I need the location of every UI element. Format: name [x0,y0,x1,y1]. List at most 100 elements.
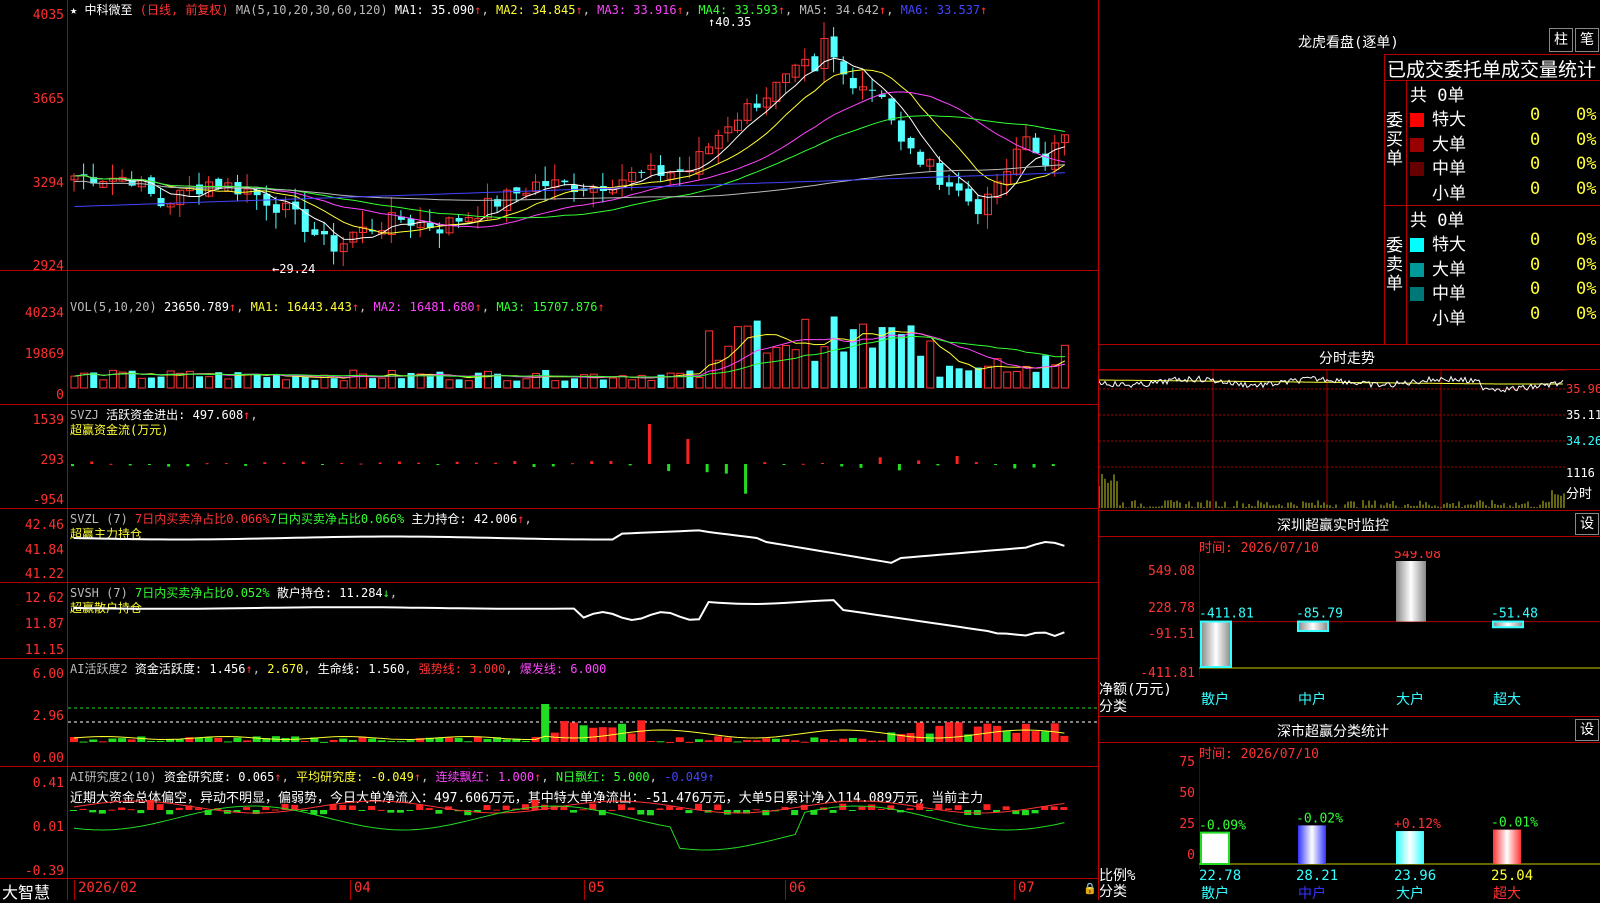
category-label: 中户 [1298,885,1326,900]
candle-body [272,204,280,213]
sz-monitor-title: 深圳超赢实时监控 [1277,518,1389,534]
chart-area[interactable]: 4035 3665 3294 2924 ★ 中科微至 (日线, 前复权) MA(… [0,0,1098,902]
ai-research-axis-tick: -0.39 [24,864,64,879]
activity-bar [108,738,117,742]
candle-body [830,36,838,58]
research-bar [752,809,760,811]
flow-bar [167,464,171,467]
volume-bar [301,376,309,388]
candle-body [157,198,165,207]
research-bar [502,805,510,810]
candle-body [936,162,944,185]
research-bar [118,807,126,810]
sz-class-chart[interactable]: -0.09% 22.78散户 -0.02% 28.21中户 +0.12% 23.96大户 -… [1199,747,1600,900]
column-mode-button[interactable]: 柱 [1549,28,1573,52]
stock-period[interactable]: (日线, 前复权) [140,3,229,17]
volume-bar [522,378,531,389]
intraday-panel[interactable]: 分时走势 35.96 35.11 34.26 1116 分时 [1099,345,1600,510]
order-count: 0 [1530,129,1541,150]
flow-bar [801,463,805,465]
research-bar [175,807,183,810]
volume-bar [811,360,819,388]
order-percent: 0% [1576,230,1597,250]
tick-mode-button[interactable]: 笔 [1575,28,1599,52]
research-bar [416,804,424,810]
activity-bar [579,725,588,742]
ai-research-chart[interactable] [68,800,1098,876]
ai-research-value: 资金研究度: 0.065 [163,770,275,784]
activity-bar [396,741,405,743]
volume-bar [483,370,492,389]
research-bar [243,807,251,810]
ai-active-axis-tick: 0.00 [32,751,64,766]
buy-orders-label: 委买单 [1386,111,1403,169]
activity-bar [598,727,607,742]
category-label: 散户 [1201,691,1229,708]
x-axis-label: 06 [789,880,806,896]
activity-bar [137,736,146,742]
volume-bar [869,347,877,388]
order-percent: 0% [1576,254,1597,275]
activity-bar [320,741,328,743]
ratio-value-label: 28.21 [1296,868,1338,884]
flow-bar [244,464,248,466]
research-bar [685,810,693,814]
ma-line [74,164,1065,201]
research-bar [829,810,837,813]
svsh-chart[interactable] [68,598,1098,656]
svzl-chart[interactable] [68,524,1098,580]
svzj-chart[interactable] [68,420,1098,506]
research-bar [271,809,279,811]
category-label: 大户 [1396,691,1424,708]
vol-def: VOL(5,10,20) [70,300,157,314]
research-bar [348,805,356,810]
ratio-bar [1396,831,1424,864]
sz-monitor-chart[interactable]: -411.81 散户 -85.79 中户 549.08 大户 -51.48 超大 [1199,551,1600,716]
activity-bar [214,737,223,742]
svzj-axis-tick: 1539 [32,413,64,428]
research-bar [387,810,395,813]
research-bar [127,809,135,811]
flow-bar [878,457,882,464]
flow-bar [647,424,651,464]
volume-bar [618,375,627,389]
flow-bar [763,462,767,464]
research-bar [637,810,645,815]
research-bar [570,810,577,813]
activity-bar [560,721,569,742]
activity-bar [675,737,684,742]
order-row: 大单 0 0% [1410,254,1600,280]
activity-bar [1012,732,1021,742]
ai-active-chart[interactable] [68,672,1098,765]
volume-bar [253,374,261,388]
activity-bar [329,739,338,742]
volume-bar [801,318,810,389]
color-swatch [1410,238,1424,252]
volume-bar [147,377,155,388]
activity-bar [175,739,184,742]
volume-bar [99,379,108,389]
star-icon[interactable]: ★ [70,3,77,17]
ai-research-e: -0.049 [664,770,708,784]
activity-bar [666,741,675,743]
order-size-label: 中单 [1432,159,1466,179]
intraday-chart[interactable] [1099,370,1565,510]
candlestick-chart[interactable] [68,18,1098,270]
flow-bar [705,464,709,473]
volume-chart[interactable] [68,314,1098,404]
flow-bar [859,464,863,468]
volume-bar [714,359,723,389]
candle-body [321,231,328,235]
flow-bar [609,461,613,464]
activity-bar [839,738,848,742]
ratio-value-label: 25.04 [1491,868,1533,884]
lock-icon[interactable]: 🔒 [1083,882,1097,895]
research-bar [98,810,106,814]
activity-bar [916,722,925,742]
activity-bar [1021,723,1030,742]
sz-monitor-settings-button[interactable]: 设 [1575,513,1599,535]
sz-class-settings-button[interactable]: 设 [1575,719,1599,741]
ratio-value-label: 23.96 [1394,868,1436,884]
activity-bar [868,740,877,742]
x-axis-label: 2026/02 [78,880,138,896]
